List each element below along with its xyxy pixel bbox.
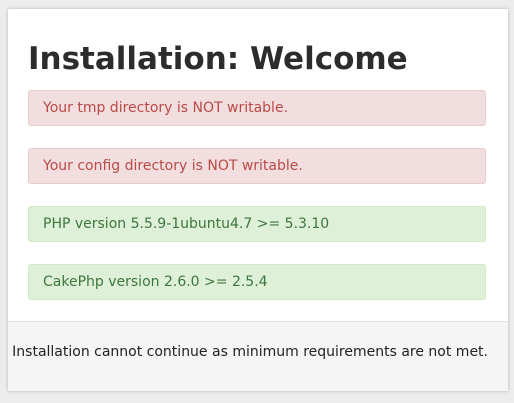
config-directory-error-alert: Your config directory is NOT writable. <box>28 148 486 184</box>
page-title: Installation: Welcome <box>28 41 408 77</box>
requirements-not-met-message: Installation cannot continue as minimum … <box>12 344 488 360</box>
tmp-directory-error-alert: Your tmp directory is NOT writable. <box>28 90 486 126</box>
installer-panel: Installation: Welcome Your tmp directory… <box>8 9 508 391</box>
cakephp-version-success-alert: CakePhp version 2.6.0 >= 2.5.4 <box>28 264 486 300</box>
panel-footer: Installation cannot continue as minimum … <box>8 321 508 391</box>
php-version-success-alert: PHP version 5.5.9-1ubuntu4.7 >= 5.3.10 <box>28 206 486 242</box>
